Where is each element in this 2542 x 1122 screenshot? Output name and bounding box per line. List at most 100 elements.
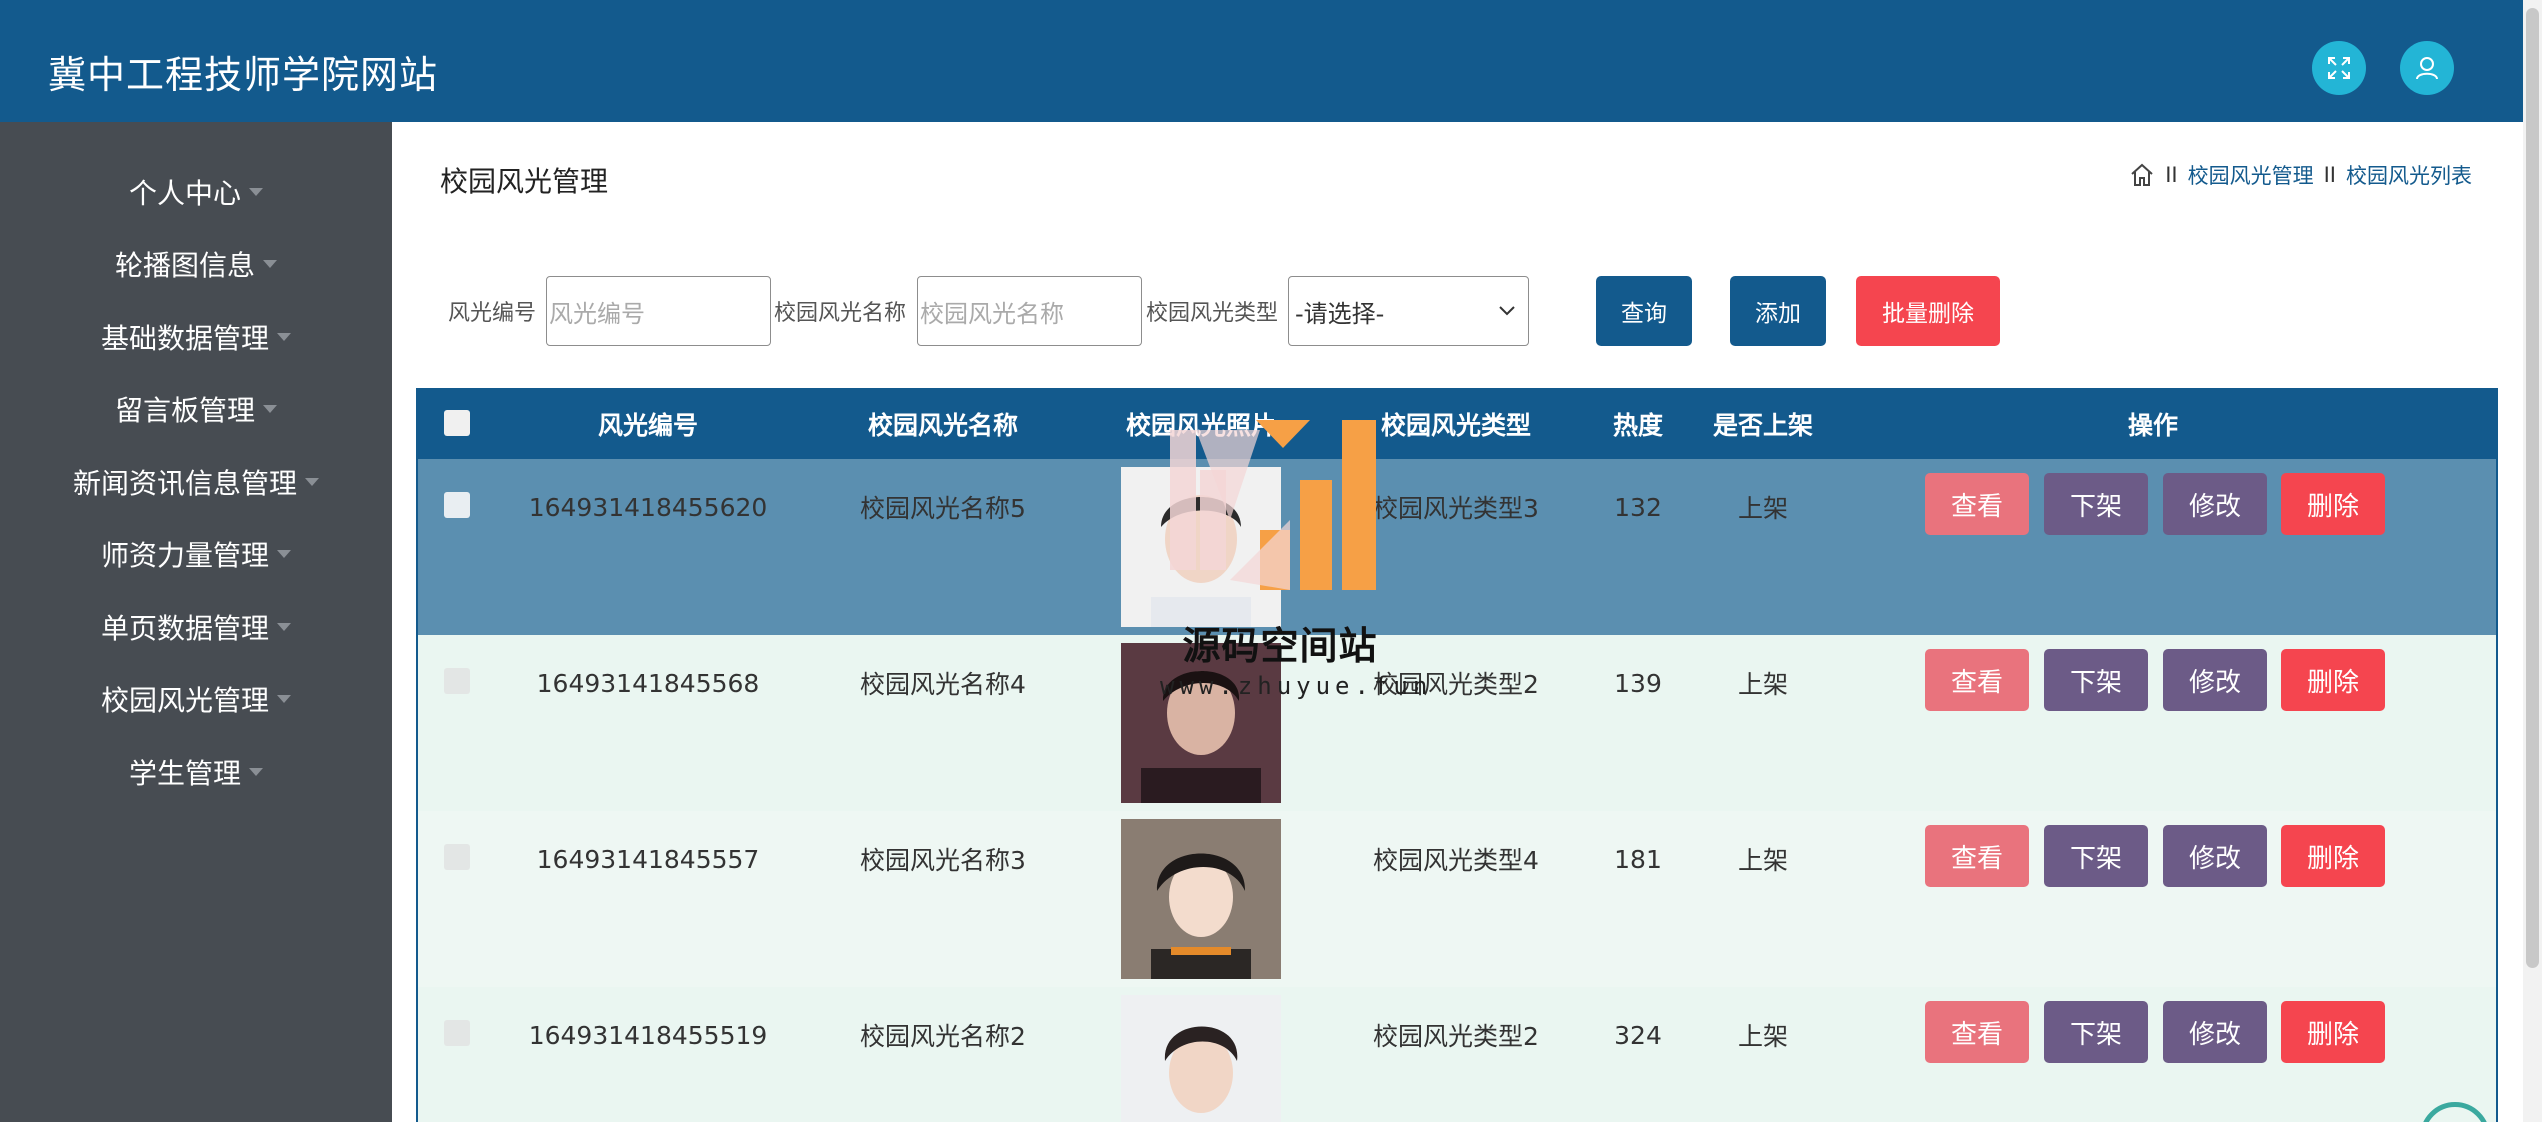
scenery-photo [1121,819,1281,979]
caret-down-icon [277,623,291,631]
col-header-type: 校园风光类型 [1380,410,1531,440]
scenery-photo [1121,467,1281,627]
scrollbar-thumb[interactable] [2526,8,2539,968]
delete-button[interactable]: 删除 [2281,825,2385,887]
cell-code: 16493141845557 [536,844,760,874]
col-header-heat: 热度 [1612,410,1663,440]
cell-type: 校园风光类型4 [1373,846,1539,875]
home-icon[interactable] [2129,162,2155,188]
sidebar: 个人中心 轮播图信息 基础数据管理 留言板管理 新闻资讯信息管理 师资力量管理 … [0,122,392,1122]
cell-name: 校园风光名称5 [860,494,1026,523]
code-label: 风光编号 [448,301,537,326]
cell-code: 164931418455519 [528,1020,768,1050]
fullscreen-button[interactable] [2312,41,2366,95]
delete-button[interactable]: 删除 [2281,649,2385,711]
type-label: 校园风光类型 [1146,301,1279,326]
cell-status: 上架 [1737,1022,1788,1051]
code-input[interactable]: 风光编号 [546,276,771,346]
breadcrumb-item[interactable]: 校园风光列表 [2346,160,2472,190]
sidebar-item-news[interactable]: 新闻资讯信息管理 [0,446,392,518]
code-placeholder: 风光编号 [549,299,645,328]
caret-down-icon [249,768,263,776]
site-title: 冀中工程技师学院网站 [48,53,439,97]
offshelf-button[interactable]: 下架 [2044,825,2148,887]
sidebar-item-label: 个人中心 [128,177,241,210]
offshelf-button[interactable]: 下架 [2044,649,2148,711]
scenery-table: 风光编号 校园风光名称 校园风光照片 校园风光类型 热度 是否上架 操作 164… [416,388,2498,1122]
cell-code: 164931418455620 [528,492,768,522]
caret-down-icon [277,550,291,558]
table-row[interactable]: 16493141845568 校园风光名称4 校园风光类型2 139 上架 查看… [418,635,2496,811]
chevron-down-icon [1499,306,1515,316]
batch-delete-button[interactable]: 批量删除 [1856,276,2000,346]
row-checkbox[interactable] [444,492,470,518]
sidebar-item-label: 单页数据管理 [100,612,269,645]
type-select[interactable]: -请选择- [1288,276,1529,346]
col-header-photo: 校园风光照片 [1125,410,1276,440]
cell-name: 校园风光名称4 [860,670,1026,699]
delete-button[interactable]: 删除 [2281,473,2385,535]
page-title: 校园风光管理 [440,165,609,198]
edit-button[interactable]: 修改 [2163,649,2267,711]
add-button[interactable]: 添加 [1730,276,1826,346]
breadcrumb-separator: II [2323,163,2336,187]
breadcrumb-separator: II [2165,163,2178,187]
row-checkbox[interactable] [444,844,470,870]
name-input[interactable]: 校园风光名称 [917,276,1142,346]
sidebar-item-label: 师资力量管理 [100,539,269,572]
user-icon [2416,57,2438,80]
edit-button[interactable]: 修改 [2163,1001,2267,1063]
cell-heat: 324 [1614,1020,1662,1050]
sidebar-item-label: 新闻资讯信息管理 [72,467,297,500]
cell-code: 16493141845568 [536,668,760,698]
view-button[interactable]: 查看 [1925,649,2029,711]
expand-icon [2328,57,2350,79]
page-scrollbar[interactable] [2523,0,2542,1122]
table-row[interactable]: 164931418455620 校园风光名称5 校园风光类型3 132 上架 查… [418,459,2496,635]
scenery-photo [1121,995,1281,1122]
sidebar-item-students[interactable]: 学生管理 [0,736,392,808]
sidebar-item-faculty[interactable]: 师资力量管理 [0,518,392,590]
scenery-photo [1121,643,1281,803]
breadcrumb-item[interactable]: 校园风光管理 [2188,160,2314,190]
view-button[interactable]: 查看 [1925,1001,2029,1063]
select-all-checkbox[interactable] [444,410,470,436]
caret-down-icon [249,188,263,196]
user-button[interactable] [2400,41,2454,95]
cell-type: 校园风光类型3 [1373,494,1539,523]
edit-button[interactable]: 修改 [2163,825,2267,887]
edit-button[interactable]: 修改 [2163,473,2267,535]
cell-heat: 181 [1614,844,1662,874]
sidebar-item-label: 轮播图信息 [114,249,255,282]
sidebar-item-personal-center[interactable]: 个人中心 [0,156,392,228]
offshelf-button[interactable]: 下架 [2044,473,2148,535]
table-row[interactable]: 164931418455519 校园风光名称2 校园风光类型2 324 上架 查… [418,987,2496,1122]
view-button[interactable]: 查看 [1925,825,2029,887]
cell-status: 上架 [1737,846,1788,875]
sidebar-item-message-board[interactable]: 留言板管理 [0,373,392,445]
caret-down-icon [277,333,291,341]
cell-name: 校园风光名称3 [860,846,1026,875]
row-checkbox[interactable] [444,668,470,694]
sidebar-item-campus-scenery[interactable]: 校园风光管理 [0,663,392,735]
table-row[interactable]: 16493141845557 校园风光名称3 校园风光类型4 181 上架 查看… [418,811,2496,987]
sidebar-item-carousel[interactable]: 轮播图信息 [0,228,392,300]
query-button[interactable]: 查询 [1596,276,1692,346]
delete-button[interactable]: 删除 [2281,1001,2385,1063]
offshelf-button[interactable]: 下架 [2044,1001,2148,1063]
caret-down-icon [277,695,291,703]
breadcrumb: II 校园风光管理 II 校园风光列表 [2129,160,2472,190]
sidebar-item-label: 基础数据管理 [100,322,269,355]
caret-down-icon [263,260,277,268]
cell-type: 校园风光类型2 [1373,1022,1539,1051]
cell-type: 校园风光类型2 [1373,670,1539,699]
col-header-code: 风光编号 [597,410,698,440]
col-header-name: 校园风光名称 [867,410,1018,440]
type-select-value: -请选择- [1295,299,1385,328]
col-header-status: 是否上架 [1712,410,1813,440]
sidebar-item-single-page[interactable]: 单页数据管理 [0,591,392,663]
top-header: 冀中工程技师学院网站 [0,0,2523,122]
sidebar-item-base-data[interactable]: 基础数据管理 [0,301,392,373]
view-button[interactable]: 查看 [1925,473,2029,535]
row-checkbox[interactable] [444,1020,470,1046]
